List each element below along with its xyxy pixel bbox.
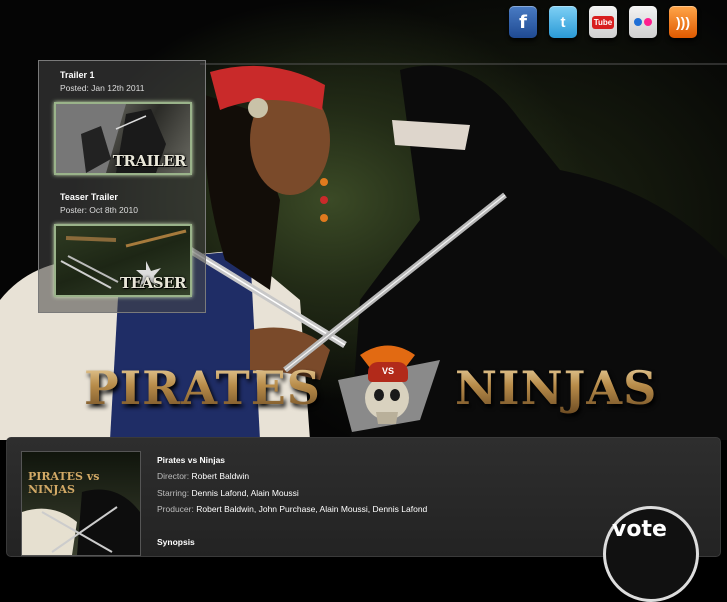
trailer-date: Posted: Jan 12th 2011 <box>60 83 145 93</box>
poster-title: PIRATES vs NINJAS <box>28 470 100 496</box>
producer-label: Producer: <box>157 504 194 514</box>
movie-poster[interactable]: PIRATES vs NINJAS <box>21 451 141 556</box>
director-value: Robert Baldwin <box>191 471 250 481</box>
poster-art <box>22 489 140 555</box>
movie-title: Pirates vs Ninjas <box>157 455 226 465</box>
ninja-eyes <box>392 120 470 150</box>
youtube-glyph: Tube <box>591 15 615 29</box>
twitter-icon[interactable]: t <box>549 6 577 38</box>
rss-glyph: ))) <box>676 14 690 30</box>
vote-label: vote <box>612 517 667 542</box>
synopsis-heading: Synopsis <box>157 537 195 547</box>
trailer-title[interactable]: Trailer 1 <box>60 70 95 80</box>
starring-value: Dennis Lafond, Alain Moussi <box>191 488 299 498</box>
producer-value: Robert Baldwin, John Purchase, Alain Mou… <box>196 504 428 514</box>
flickr-icon[interactable] <box>629 6 657 38</box>
director-row: Director: Robert Baldwin <box>157 471 249 481</box>
trailer-thumbnail[interactable]: TRAILER <box>54 102 192 175</box>
twitter-glyph: t <box>560 13 566 31</box>
movie-info-card: PIRATES vs NINJAS Pirates vs Ninjas Dire… <box>6 437 721 602</box>
teaser-thumb-label: TEASER <box>120 274 186 292</box>
rss-icon[interactable]: ))) <box>669 6 697 38</box>
starring-row: Starring: Dennis Lafond, Alain Moussi <box>157 488 299 498</box>
logo-pirates-word: PIRATES <box>84 361 322 415</box>
director-label: Director: <box>157 471 190 481</box>
youtube-icon[interactable]: Tube <box>589 6 617 38</box>
logo-ninjas-word: NINJAS <box>455 361 658 415</box>
teaser-title[interactable]: Teaser Trailer <box>60 192 118 202</box>
trailer-panel: Trailer 1 Posted: Jan 12th 2011 TRAILER … <box>38 60 206 313</box>
producer-row: Producer: Robert Baldwin, John Purchase,… <box>157 504 427 514</box>
pirate-earring <box>248 98 268 118</box>
social-links: f t Tube ))) <box>509 6 697 38</box>
facebook-icon[interactable]: f <box>509 6 537 38</box>
vote-badge[interactable]: vote <box>603 506 699 602</box>
teaser-thumbnail[interactable]: TEASER <box>54 224 192 297</box>
facebook-glyph: f <box>519 11 527 33</box>
teaser-date: Poster: Oct 8th 2010 <box>60 205 138 215</box>
trailer-thumb-label: TRAILER <box>112 152 187 170</box>
starring-label: Starring: <box>157 488 190 498</box>
logo-vs-badge: VS <box>368 362 408 382</box>
